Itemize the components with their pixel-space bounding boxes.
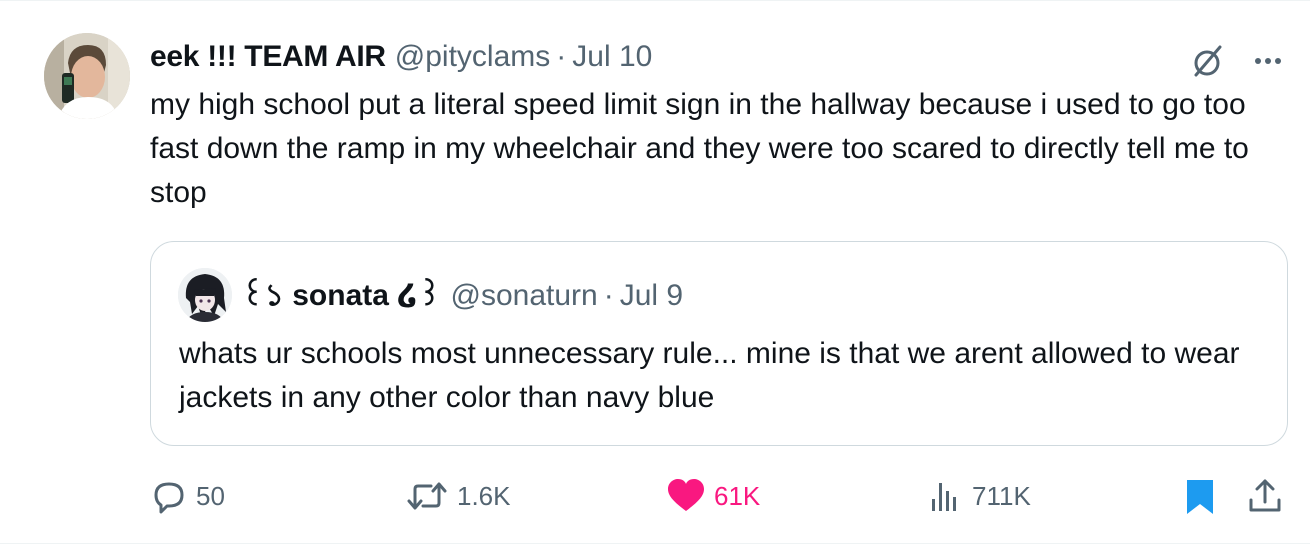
share-icon — [1249, 479, 1281, 512]
tweet-header: eek !!! TEAM AIR @pityclams · Jul 10 — [150, 37, 652, 77]
header-separator: · — [556, 40, 567, 73]
author-avatar-image — [44, 33, 130, 119]
bookmark-icon — [1187, 480, 1213, 514]
like-count: 61K — [714, 480, 761, 511]
bar-chart-icon — [932, 483, 956, 511]
views-count: 711K — [972, 480, 1031, 511]
tweet-text: my high school put a literal speed limit… — [150, 88, 1249, 209]
tweet[interactable]: eek !!! TEAM AIR @pityclams · Jul 10 my … — [0, 0, 1310, 544]
quoted-tweet-header: ꒰১ sonata ໒꒱ @sonaturn · Jul 9 — [241, 276, 683, 316]
author-handle[interactable]: @pityclams — [395, 37, 550, 77]
repost-count: 1.6K — [457, 480, 511, 511]
author-avatar[interactable] — [44, 33, 130, 119]
like-button[interactable]: 61K — [666, 471, 760, 521]
quoted-author-avatar-image — [178, 268, 232, 322]
views-button[interactable]: 711K — [926, 471, 1031, 521]
repost-button[interactable]: 1.6K — [405, 471, 511, 521]
heart-icon — [668, 479, 704, 511]
reply-button[interactable]: 50 — [150, 471, 225, 521]
tweet-date[interactable]: Jul 10 — [572, 37, 652, 77]
grok-icon[interactable] — [1188, 41, 1228, 81]
bookmark-button[interactable] — [1182, 471, 1218, 521]
more-dots-icon[interactable] — [1248, 41, 1288, 81]
quoted-author-handle[interactable]: @sonaturn — [451, 276, 598, 316]
quoted-author-avatar[interactable] — [178, 268, 232, 322]
reply-count: 50 — [196, 480, 225, 511]
tweet-actions-bar: 50 1.6K 61K 711K — [0, 471, 1310, 521]
share-button[interactable] — [1245, 471, 1285, 521]
quoted-tweet-text: whats ur schools most unnecessary rule..… — [179, 337, 1240, 414]
quoted-author-display-name[interactable]: ꒰১ sonata ໒꒱ — [241, 276, 442, 316]
quoted-header-separator: · — [603, 279, 614, 312]
quoted-tweet-date[interactable]: Jul 9 — [620, 276, 683, 316]
author-display-name[interactable]: eek !!! TEAM AIR — [150, 37, 386, 77]
reply-bubble-icon — [154, 482, 184, 514]
repost-arrows-icon — [407, 482, 447, 510]
quoted-tweet[interactable]: ꒰১ sonata ໒꒱ @sonaturn · Jul 9 whats ur … — [150, 241, 1288, 446]
